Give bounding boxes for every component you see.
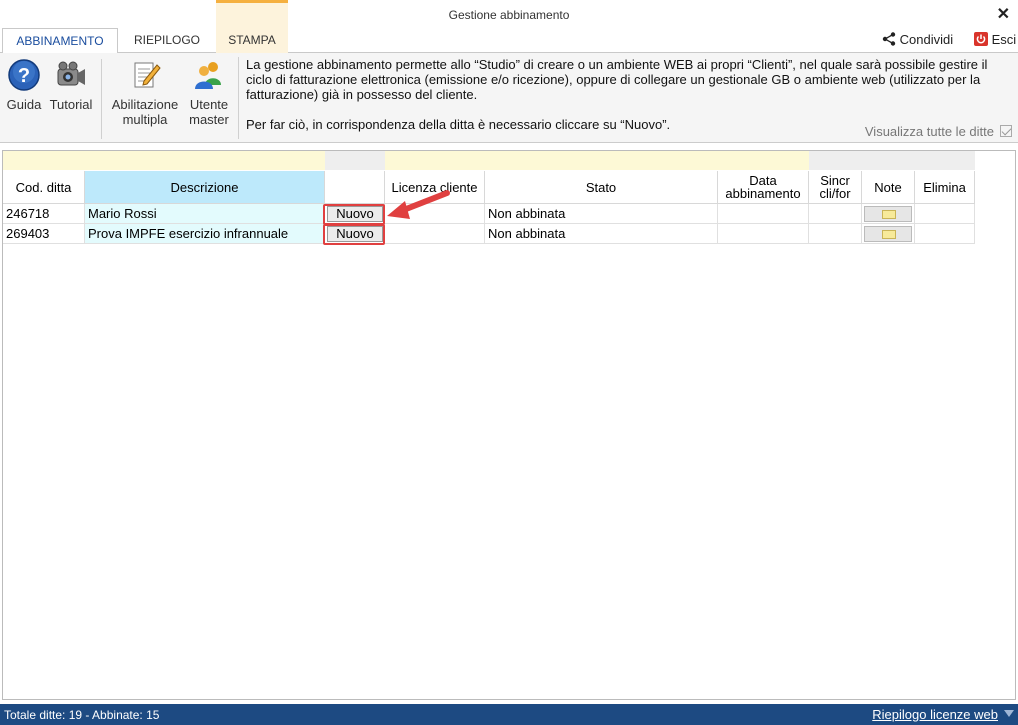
window-title: Gestione abbinamento <box>448 8 570 22</box>
filter-band-stato[interactable] <box>485 151 718 170</box>
visualizza-label: Visualizza tutte le ditte <box>864 124 994 139</box>
filter-band-data[interactable] <box>718 151 809 170</box>
svg-text:?: ? <box>18 65 30 87</box>
filter-band-descrizione[interactable] <box>85 151 325 170</box>
tab-bar: ABBINAMENTO RIEPILOGO STAMPA Condividi E… <box>0 0 1018 54</box>
info-paragraph-1: La gestione abbinamento permette allo “S… <box>246 57 988 102</box>
help-icon: ? <box>8 59 40 91</box>
cell-descrizione: Prova IMPFE esercizio infrannuale <box>85 224 325 244</box>
filter-band-note <box>862 151 915 170</box>
abilitazione-multipla-button[interactable]: Abilitazione multipla <box>107 59 183 127</box>
utente-master-button[interactable]: Utente master <box>185 59 233 127</box>
status-summary: Totale ditte: 19 - Abbinate: 15 <box>4 708 160 722</box>
header-sincr-cli-for[interactable]: Sincr cli/for <box>809 171 862 204</box>
cell-elimina[interactable] <box>915 204 975 224</box>
header-elimina[interactable]: Elimina <box>915 171 975 204</box>
header-note[interactable]: Note <box>862 171 915 204</box>
header-data-line2: abbinamento <box>725 186 801 201</box>
dropdown-arrow-icon[interactable] <box>1004 710 1014 717</box>
share-button[interactable]: Condividi <box>882 32 953 47</box>
tutorial-label: Tutorial <box>49 97 93 112</box>
title-bar: Gestione abbinamento ✕ <box>0 0 1018 28</box>
filter-band-elimina <box>915 151 975 170</box>
cell-data-abbinamento <box>718 224 809 244</box>
arrow-annotation-icon <box>387 190 450 219</box>
ditte-grid: Cod. ditta Descrizione Licenza cliente S… <box>2 150 1016 700</box>
cell-sincr <box>809 204 862 224</box>
visualizza-tutte-checkbox[interactable]: Visualizza tutte le ditte <box>865 124 1012 139</box>
cell-stato: Non abbinata <box>485 224 718 244</box>
close-icon[interactable]: ✕ <box>997 4 1010 24</box>
highlight-box <box>323 224 385 245</box>
cell-sincr <box>809 224 862 244</box>
tutorial-button[interactable]: Tutorial <box>46 59 96 112</box>
filter-band-licenza[interactable] <box>385 151 485 170</box>
table-row[interactable]: 246718 Mario Rossi Nuovo Non abbinata <box>3 204 975 224</box>
guida-button[interactable]: ? Guida <box>4 59 44 112</box>
header-azione <box>325 171 385 204</box>
cell-licenza-cliente <box>385 224 485 244</box>
filter-band-azione <box>325 151 385 170</box>
ribbon-separator <box>101 59 102 139</box>
share-icon <box>882 32 896 46</box>
power-icon <box>974 32 988 46</box>
abilitazione-label-1: Abilitazione <box>111 97 179 112</box>
cell-elimina[interactable] <box>915 224 975 244</box>
filter-band-cod[interactable] <box>3 151 85 170</box>
utente-label-2: master <box>189 112 229 127</box>
riepilogo-licenze-link[interactable]: Riepilogo licenze web <box>872 707 998 722</box>
tab-stampa[interactable]: STAMPA <box>216 0 288 53</box>
utente-label-1: Utente <box>189 97 229 112</box>
checkbox-check-icon <box>1000 125 1012 137</box>
cell-data-abbinamento <box>718 204 809 224</box>
exit-label: Esci <box>991 32 1017 47</box>
note-icon <box>882 210 896 219</box>
header-data-abbinamento[interactable]: Data abbinamento <box>718 171 809 204</box>
share-label: Condividi <box>899 32 954 47</box>
users-icon <box>195 62 221 89</box>
cell-note <box>862 204 915 224</box>
ribbon: ? Guida Tutorial Abilitazione multipla U… <box>0 53 1018 143</box>
cell-stato: Non abbinata <box>485 204 718 224</box>
edit-document-icon <box>134 62 161 88</box>
filter-band-sincr <box>809 151 862 170</box>
status-bar: Totale ditte: 19 - Abbinate: 15 Riepilog… <box>0 704 1018 725</box>
note-button[interactable] <box>864 226 912 242</box>
header-descrizione[interactable]: Descrizione <box>85 171 325 204</box>
cell-cod-ditta: 269403 <box>3 224 85 244</box>
camera-icon <box>57 61 85 86</box>
highlight-box <box>323 204 385 225</box>
exit-button[interactable]: Esci <box>974 32 1016 47</box>
tab-abbinamento[interactable]: ABBINAMENTO <box>2 28 118 54</box>
guida-label: Guida <box>6 97 42 112</box>
header-sincr-line2: cli/for <box>819 186 851 201</box>
cell-note <box>862 224 915 244</box>
tab-riepilogo[interactable]: RIEPILOGO <box>118 28 216 53</box>
abilitazione-label-2: multipla <box>122 112 168 127</box>
cell-descrizione: Mario Rossi <box>85 204 325 224</box>
table-row[interactable]: 269403 Prova IMPFE esercizio infrannuale… <box>3 224 975 244</box>
header-cod-ditta[interactable]: Cod. ditta <box>3 171 85 204</box>
cell-cod-ditta: 246718 <box>3 204 85 224</box>
header-stato[interactable]: Stato <box>485 171 718 204</box>
note-button[interactable] <box>864 206 912 222</box>
note-icon <box>882 230 896 239</box>
